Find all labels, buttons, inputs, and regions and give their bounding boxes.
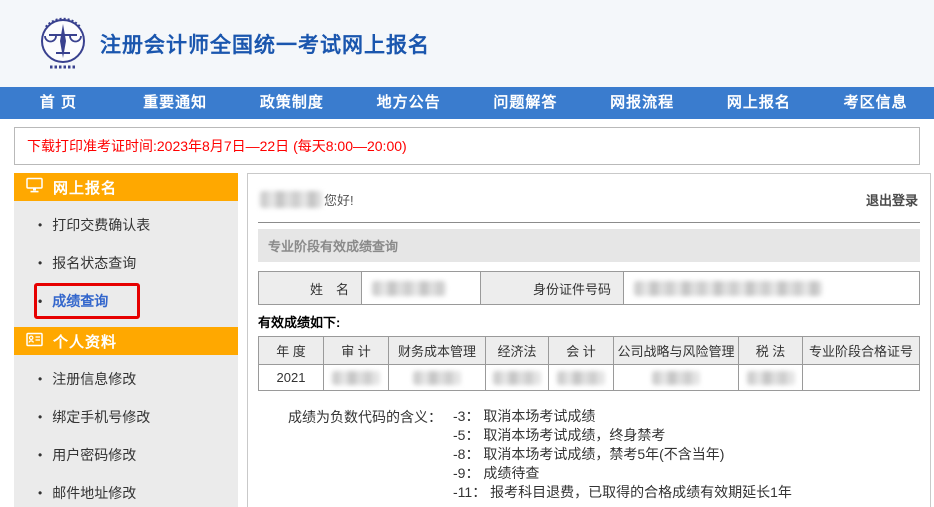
- site-title: 注册会计师全国统一考试网上报名: [100, 29, 430, 59]
- greeting: 您好!: [260, 190, 354, 209]
- col-economic-law: 经济法: [486, 337, 549, 365]
- sidebar-item-print-payment-confirmation[interactable]: • 打印交费确认表: [14, 206, 238, 244]
- scores-header-row: 年 度 审 计 财务成本管理 经济法 会 计 公司战略与风险管理 税 法 专业阶…: [259, 337, 920, 365]
- table-row: 姓 名 身份证件号码: [259, 272, 920, 305]
- code-item: -11： 报考科目退费，已取得的合格成绩有效期延长1年: [453, 483, 792, 502]
- sidebar-section-online-registration: 网上报名: [14, 173, 238, 201]
- col-tax-law: 税 法: [739, 337, 803, 365]
- sidebar-item-label: 打印交费确认表: [52, 215, 150, 235]
- code-item: -9： 成绩待查: [453, 464, 792, 483]
- sidebar-item-label: 报名状态查询: [52, 253, 136, 273]
- sidebar-item-change-email[interactable]: • 邮件地址修改: [14, 474, 238, 507]
- redacted-id-value: [634, 281, 822, 296]
- nav-online-registration[interactable]: 网上报名: [701, 87, 818, 119]
- sidebar-item-registration-status[interactable]: • 报名状态查询: [14, 244, 238, 282]
- id-number-value: [624, 272, 920, 305]
- scores-intro: 有效成绩如下:: [258, 312, 920, 331]
- profile-table: 姓 名 身份证件号码: [258, 271, 920, 305]
- col-certificate-number: 专业阶段合格证号: [803, 337, 920, 365]
- logout-link[interactable]: 退出登录: [866, 190, 918, 209]
- nav-faq[interactable]: 问题解答: [467, 87, 584, 119]
- bullet-icon: •: [38, 486, 42, 500]
- greeting-row: 您好! 退出登录: [258, 186, 920, 223]
- score-cell: [389, 365, 486, 391]
- sidebar-item-label: 邮件地址修改: [52, 483, 136, 503]
- bullet-icon: •: [38, 372, 42, 386]
- code-item: -3： 取消本场考试成绩: [453, 407, 792, 426]
- col-year: 年 度: [259, 337, 324, 365]
- sidebar-section-personal-info: 个人资料: [14, 327, 238, 355]
- nav-important-notices[interactable]: 重要通知: [117, 87, 234, 119]
- section-title-bar: 专业阶段有效成绩查询: [258, 229, 920, 262]
- col-strategy-risk-management: 公司战略与风险管理: [614, 337, 739, 365]
- nav-registration-process[interactable]: 网报流程: [584, 87, 701, 119]
- sidebar-section-title: 网上报名: [53, 177, 117, 198]
- id-number-label: 身份证件号码: [481, 272, 624, 305]
- admission-ticket-notice: 下载打印准考证时间:2023年8月7日—22日 (每天8:00—20:00): [14, 127, 920, 165]
- redacted-score: [652, 371, 700, 385]
- score-cell: [324, 365, 389, 391]
- sidebar-item-change-phone[interactable]: • 绑定手机号修改: [14, 398, 238, 436]
- nav-local-announcements[interactable]: 地方公告: [350, 87, 467, 119]
- codes-label: 成绩为负数代码的含义：: [288, 407, 453, 502]
- cert-number-cell: [803, 365, 920, 391]
- redacted-score: [332, 371, 380, 385]
- id-card-icon: [26, 332, 43, 351]
- codes-list: -3： 取消本场考试成绩 -5： 取消本场考试成绩，终身禁考 -8： 取消本场考…: [453, 407, 792, 502]
- redacted-user-name: [260, 191, 322, 208]
- nav-policies[interactable]: 政策制度: [234, 87, 351, 119]
- sidebar-menu-registration: • 打印交费确认表 • 报名状态查询 • 成绩查询: [14, 201, 238, 323]
- bullet-icon: •: [38, 256, 42, 270]
- sidebar-menu-personal: • 注册信息修改 • 绑定手机号修改 • 用户密码修改 • 邮件地址修改: [14, 355, 238, 507]
- content-area: 网上报名 • 打印交费确认表 • 报名状态查询 • 成绩查询: [0, 173, 934, 507]
- bullet-icon: •: [38, 410, 42, 424]
- bullet-icon: •: [38, 218, 42, 232]
- name-value: [362, 272, 481, 305]
- bullet-icon: •: [38, 294, 42, 308]
- sidebar-item-edit-registration-info[interactable]: • 注册信息修改: [14, 360, 238, 398]
- redacted-score: [413, 371, 461, 385]
- nav-home[interactable]: 首 页: [0, 87, 117, 119]
- sidebar-item-score-inquiry[interactable]: • 成绩查询: [14, 282, 238, 320]
- monitor-icon: [26, 177, 43, 197]
- scores-table: 年 度 审 计 财务成本管理 经济法 会 计 公司战略与风险管理 税 法 专业阶…: [258, 336, 920, 391]
- sidebar-item-label: 注册信息修改: [52, 369, 136, 389]
- col-auditing: 审 计: [324, 337, 389, 365]
- score-cell: [549, 365, 614, 391]
- page-header: 注册会计师全国统一考试网上报名: [0, 0, 934, 87]
- name-label: 姓 名: [259, 272, 362, 305]
- sidebar: 网上报名 • 打印交费确认表 • 报名状态查询 • 成绩查询: [14, 173, 238, 507]
- sidebar-section-title: 个人资料: [53, 331, 117, 352]
- redacted-score: [557, 371, 605, 385]
- negative-codes-note: 成绩为负数代码的含义： -3： 取消本场考试成绩 -5： 取消本场考试成绩，终身…: [288, 407, 920, 502]
- year-cell: 2021: [259, 365, 324, 391]
- redacted-name-value: [372, 281, 446, 296]
- col-financial-cost-management: 财务成本管理: [389, 337, 486, 365]
- sidebar-item-label: 成绩查询: [52, 291, 108, 311]
- cicpa-logo-icon: [36, 15, 90, 73]
- greeting-suffix: 您好!: [324, 190, 354, 209]
- redacted-score: [747, 371, 795, 385]
- main-panel: 您好! 退出登录 专业阶段有效成绩查询 姓 名 身份证件号码 有效成绩如下: 年…: [247, 173, 931, 507]
- sidebar-item-label: 用户密码修改: [52, 445, 136, 465]
- sidebar-item-label: 绑定手机号修改: [52, 407, 150, 427]
- sidebar-item-change-password[interactable]: • 用户密码修改: [14, 436, 238, 474]
- redacted-score: [493, 371, 541, 385]
- score-cell: [739, 365, 803, 391]
- bullet-icon: •: [38, 448, 42, 462]
- score-cell: [486, 365, 549, 391]
- code-item: -5： 取消本场考试成绩，终身禁考: [453, 426, 792, 445]
- col-accounting: 会 计: [549, 337, 614, 365]
- code-item: -8： 取消本场考试成绩，禁考5年(不含当年): [453, 445, 792, 464]
- score-cell: [614, 365, 739, 391]
- main-nav: 首 页 重要通知 政策制度 地方公告 问题解答 网报流程 网上报名 考区信息: [0, 87, 934, 119]
- nav-exam-area-info[interactable]: 考区信息: [817, 87, 934, 119]
- table-row: 2021: [259, 365, 920, 391]
